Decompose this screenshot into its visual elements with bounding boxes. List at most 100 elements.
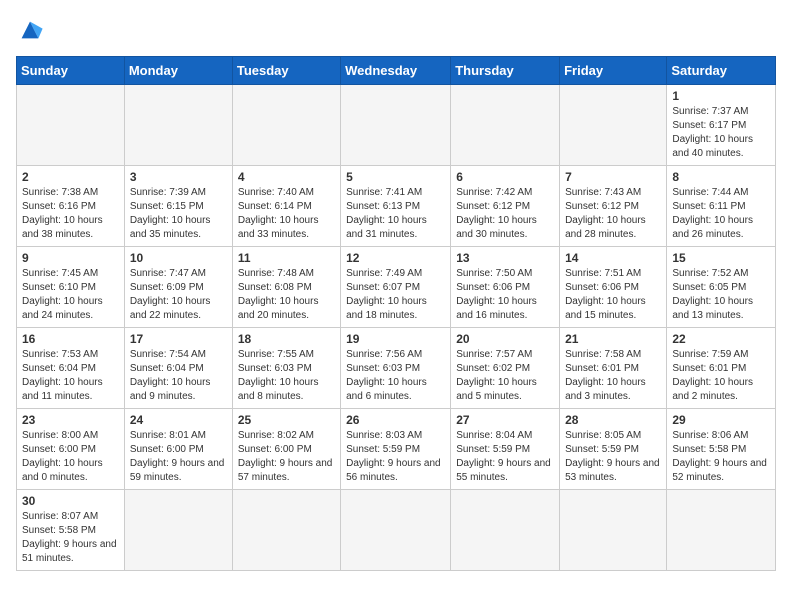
day-number: 26 — [346, 413, 445, 427]
day-info: Sunrise: 7:53 AM Sunset: 6:04 PM Dayligh… — [22, 348, 119, 404]
day-info: Sunrise: 7:49 AM Sunset: 6:07 PM Dayligh… — [346, 267, 445, 323]
calendar-cell: 11 Sunrise: 7:48 AM Sunset: 6:08 PM Dayli… — [232, 247, 340, 328]
weekday-header-tuesday: Tuesday — [232, 57, 340, 85]
calendar-cell: 5 Sunrise: 7:41 AM Sunset: 6:13 PM Daylig… — [341, 166, 451, 247]
weekday-header-sunday: Sunday — [17, 57, 125, 85]
day-info: Sunrise: 7:39 AM Sunset: 6:15 PM Dayligh… — [130, 186, 227, 242]
day-number: 4 — [238, 170, 335, 184]
calendar-cell — [560, 85, 667, 166]
day-info: Sunrise: 7:38 AM Sunset: 6:16 PM Dayligh… — [22, 186, 119, 242]
calendar-cell: 27Sunrise: 8:04 AM Sunset: 5:59 PM Dayli… — [451, 409, 560, 490]
calendar-cell — [451, 85, 560, 166]
day-info: Sunrise: 7:45 AM Sunset: 6:10 PM Dayligh… — [22, 267, 119, 323]
calendar-cell: 18 Sunrise: 7:55 AM Sunset: 6:03 PM Dayli… — [232, 328, 340, 409]
day-info: Sunrise: 8:02 AM Sunset: 6:00 PM Dayligh… — [238, 429, 335, 485]
calendar-cell: 23 Sunrise: 8:00 AM Sunset: 6:00 PM Dayli… — [17, 409, 125, 490]
calendar-cell — [451, 490, 560, 571]
day-info: Sunrise: 7:58 AM Sunset: 6:01 PM Dayligh… — [565, 348, 661, 404]
calendar-cell: 19 Sunrise: 7:56 AM Sunset: 6:03 PM Dayli… — [341, 328, 451, 409]
calendar-cell: 22 Sunrise: 7:59 AM Sunset: 6:01 PM Dayli… — [667, 328, 776, 409]
day-info: Sunrise: 7:51 AM Sunset: 6:06 PM Dayligh… — [565, 267, 661, 323]
day-info: Sunrise: 7:48 AM Sunset: 6:08 PM Dayligh… — [238, 267, 335, 323]
day-number: 13 — [456, 251, 554, 265]
logo-icon — [16, 16, 44, 44]
calendar-cell: 17Sunrise: 7:54 AM Sunset: 6:04 PM Dayli… — [124, 328, 232, 409]
calendar-week-2: 2Sunrise: 7:38 AM Sunset: 6:16 PM Daylig… — [17, 166, 776, 247]
day-number: 22 — [672, 332, 770, 346]
day-info: Sunrise: 8:00 AM Sunset: 6:00 PM Dayligh… — [22, 429, 119, 485]
day-info: Sunrise: 7:52 AM Sunset: 6:05 PM Dayligh… — [672, 267, 770, 323]
calendar-table: SundayMondayTuesdayWednesdayThursdayFrid… — [16, 56, 776, 571]
calendar-week-1: 1 Sunrise: 7:37 AM Sunset: 6:17 PM Daylig… — [17, 85, 776, 166]
day-number: 11 — [238, 251, 335, 265]
calendar-cell: 6Sunrise: 7:42 AM Sunset: 6:12 PM Daylig… — [451, 166, 560, 247]
day-info: Sunrise: 7:47 AM Sunset: 6:09 PM Dayligh… — [130, 267, 227, 323]
day-info: Sunrise: 8:01 AM Sunset: 6:00 PM Dayligh… — [130, 429, 227, 485]
day-info: Sunrise: 7:56 AM Sunset: 6:03 PM Dayligh… — [346, 348, 445, 404]
weekday-header-saturday: Saturday — [667, 57, 776, 85]
day-info: Sunrise: 7:40 AM Sunset: 6:14 PM Dayligh… — [238, 186, 335, 242]
day-info: Sunrise: 7:41 AM Sunset: 6:13 PM Dayligh… — [346, 186, 445, 242]
weekday-header-wednesday: Wednesday — [341, 57, 451, 85]
day-number: 15 — [672, 251, 770, 265]
day-number: 7 — [565, 170, 661, 184]
day-number: 23 — [22, 413, 119, 427]
weekday-header-monday: Monday — [124, 57, 232, 85]
day-number: 18 — [238, 332, 335, 346]
day-number: 19 — [346, 332, 445, 346]
calendar-cell: 8Sunrise: 7:44 AM Sunset: 6:11 PM Daylig… — [667, 166, 776, 247]
calendar-week-5: 23 Sunrise: 8:00 AM Sunset: 6:00 PM Dayli… — [17, 409, 776, 490]
calendar-cell — [341, 490, 451, 571]
day-info: Sunrise: 7:44 AM Sunset: 6:11 PM Dayligh… — [672, 186, 770, 242]
day-number: 5 — [346, 170, 445, 184]
weekday-header-row: SundayMondayTuesdayWednesdayThursdayFrid… — [17, 57, 776, 85]
calendar-cell: 21Sunrise: 7:58 AM Sunset: 6:01 PM Dayli… — [560, 328, 667, 409]
calendar-cell: 29Sunrise: 8:06 AM Sunset: 5:58 PM Dayli… — [667, 409, 776, 490]
calendar-cell: 26Sunrise: 8:03 AM Sunset: 5:59 PM Dayli… — [341, 409, 451, 490]
day-info: Sunrise: 8:05 AM Sunset: 5:59 PM Dayligh… — [565, 429, 661, 485]
calendar-cell: 28 Sunrise: 8:05 AM Sunset: 5:59 PM Dayli… — [560, 409, 667, 490]
day-info: Sunrise: 7:59 AM Sunset: 6:01 PM Dayligh… — [672, 348, 770, 404]
calendar-cell: 15 Sunrise: 7:52 AM Sunset: 6:05 PM Dayli… — [667, 247, 776, 328]
calendar-cell: 30Sunrise: 8:07 AM Sunset: 5:58 PM Dayli… — [17, 490, 125, 571]
day-number: 3 — [130, 170, 227, 184]
calendar-week-6: 30Sunrise: 8:07 AM Sunset: 5:58 PM Dayli… — [17, 490, 776, 571]
day-info: Sunrise: 7:43 AM Sunset: 6:12 PM Dayligh… — [565, 186, 661, 242]
day-number: 28 — [565, 413, 661, 427]
calendar-week-3: 9Sunrise: 7:45 AM Sunset: 6:10 PM Daylig… — [17, 247, 776, 328]
day-number: 10 — [130, 251, 227, 265]
day-number: 16 — [22, 332, 119, 346]
calendar-cell: 12 Sunrise: 7:49 AM Sunset: 6:07 PM Dayli… — [341, 247, 451, 328]
day-number: 25 — [238, 413, 335, 427]
calendar-cell: 2Sunrise: 7:38 AM Sunset: 6:16 PM Daylig… — [17, 166, 125, 247]
calendar-cell: 24Sunrise: 8:01 AM Sunset: 6:00 PM Dayli… — [124, 409, 232, 490]
calendar-cell: 10 Sunrise: 7:47 AM Sunset: 6:09 PM Dayli… — [124, 247, 232, 328]
calendar-cell: 4 Sunrise: 7:40 AM Sunset: 6:14 PM Daylig… — [232, 166, 340, 247]
calendar-body: 1 Sunrise: 7:37 AM Sunset: 6:17 PM Daylig… — [17, 85, 776, 571]
calendar-week-4: 16 Sunrise: 7:53 AM Sunset: 6:04 PM Dayli… — [17, 328, 776, 409]
calendar-cell: 9Sunrise: 7:45 AM Sunset: 6:10 PM Daylig… — [17, 247, 125, 328]
calendar-cell: 16 Sunrise: 7:53 AM Sunset: 6:04 PM Dayli… — [17, 328, 125, 409]
calendar-cell — [560, 490, 667, 571]
calendar-cell: 14Sunrise: 7:51 AM Sunset: 6:06 PM Dayli… — [560, 247, 667, 328]
calendar-cell — [17, 85, 125, 166]
calendar-cell — [124, 85, 232, 166]
day-info: Sunrise: 8:04 AM Sunset: 5:59 PM Dayligh… — [456, 429, 554, 485]
day-info: Sunrise: 7:55 AM Sunset: 6:03 PM Dayligh… — [238, 348, 335, 404]
day-info: Sunrise: 7:57 AM Sunset: 6:02 PM Dayligh… — [456, 348, 554, 404]
calendar-cell — [232, 85, 340, 166]
calendar-cell: 3 Sunrise: 7:39 AM Sunset: 6:15 PM Daylig… — [124, 166, 232, 247]
logo — [16, 16, 48, 44]
calendar-cell: 7 Sunrise: 7:43 AM Sunset: 6:12 PM Daylig… — [560, 166, 667, 247]
day-info: Sunrise: 7:37 AM Sunset: 6:17 PM Dayligh… — [672, 105, 770, 161]
day-number: 1 — [672, 89, 770, 103]
calendar-cell — [341, 85, 451, 166]
calendar-cell — [232, 490, 340, 571]
calendar-cell — [124, 490, 232, 571]
calendar-cell: 20Sunrise: 7:57 AM Sunset: 6:02 PM Dayli… — [451, 328, 560, 409]
day-number: 12 — [346, 251, 445, 265]
calendar-cell: 13Sunrise: 7:50 AM Sunset: 6:06 PM Dayli… — [451, 247, 560, 328]
day-number: 17 — [130, 332, 227, 346]
calendar-cell — [667, 490, 776, 571]
day-info: Sunrise: 8:06 AM Sunset: 5:58 PM Dayligh… — [672, 429, 770, 485]
